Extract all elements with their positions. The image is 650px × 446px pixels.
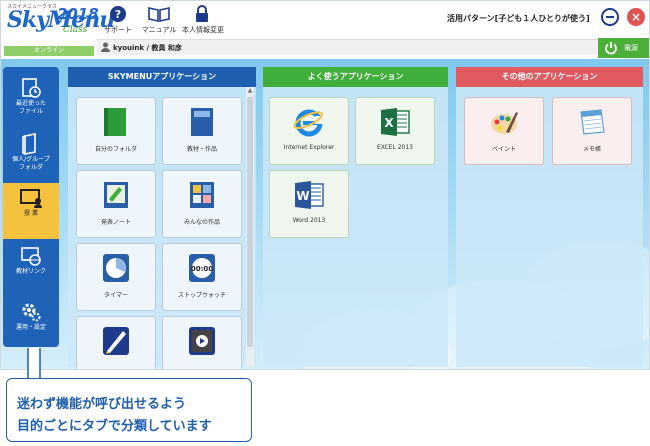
minimize-button[interactable] — [601, 8, 619, 26]
everyones-work-icon — [190, 182, 214, 208]
power-label: 電源 — [624, 44, 638, 52]
word-icon: W — [295, 181, 324, 209]
help-icon: ? — [110, 6, 126, 22]
svg-text:?: ? — [115, 8, 121, 21]
support-label: サポート — [104, 26, 132, 34]
user-name: kyouink / 教員 和彦 — [113, 44, 182, 52]
skymenu-apps-title: SKYMENUアプリケーション — [68, 67, 256, 87]
manual-button[interactable]: マニュアル — [139, 5, 179, 41]
book-icon — [148, 7, 170, 22]
presentation-note-icon — [104, 182, 128, 208]
green-folder-icon — [104, 108, 126, 136]
material-link-icon — [21, 247, 41, 266]
scrollbar[interactable]: ▲ — [246, 87, 254, 367]
video-icon — [189, 327, 215, 355]
power-icon — [605, 42, 617, 55]
app-label: メモ帳 — [582, 146, 601, 153]
app-internet-explorer[interactable]: Internet Explorer — [269, 97, 349, 165]
favorite-apps-panel: よく使うアプリケーション Internet Explorer X EXCEL 2… — [263, 67, 448, 367]
svg-text:X: X — [384, 116, 394, 130]
scroll-up-icon[interactable]: ▲ — [246, 87, 254, 95]
online-status: オンライン — [4, 46, 94, 56]
close-button[interactable]: × — [627, 8, 645, 26]
main-area: 最近使った ファイル 個人/グループ フォルダ 授 業 教材リンク 運用・設定 … — [1, 59, 649, 369]
user-icon — [101, 42, 110, 52]
app-drawing[interactable] — [76, 316, 156, 369]
drawing-icon — [103, 327, 129, 355]
app-label: EXCEL 2013 — [377, 144, 413, 151]
lesson-icon — [20, 189, 42, 208]
app-label: 発表ノート — [100, 219, 131, 226]
explanation-callout: 迷わず機能が呼び出せるよう 目的ごとにタブで分類しています — [6, 378, 252, 442]
app-label: ストップウォッチ — [177, 292, 226, 299]
user-bar: kyouink / 教員 和彦 — [97, 39, 649, 55]
app-timer[interactable]: タイマー — [76, 243, 156, 311]
app-label: 教材・作品 — [186, 146, 217, 153]
callout-line-1: 迷わず機能が呼び出せるよう — [17, 397, 187, 412]
settings-icon — [22, 303, 41, 322]
app-label: ペイント — [491, 146, 516, 153]
logo-year: 2018 — [57, 5, 99, 23]
header: スカイメニュークラス SkyMenu 2018 Class オンライン ? サポ… — [1, 1, 649, 59]
app-paint[interactable]: ペイント — [464, 97, 544, 165]
timer-icon — [103, 254, 129, 282]
stopwatch-icon: 00:00 — [189, 254, 215, 282]
logo-class: Class — [63, 25, 88, 35]
tab-settings-label: 運用・設定 — [15, 324, 46, 331]
other-apps-panel: その他のアプリケーション ペイント メモ帳 — [456, 67, 643, 367]
stopwatch-display: 00:00 — [191, 265, 213, 273]
callout-line-2: 目的ごとにタブで分類しています — [17, 419, 212, 434]
scrollbar-thumb[interactable] — [247, 97, 253, 347]
app-video[interactable] — [162, 316, 242, 369]
profile-change-label: 本人情報変更 — [182, 26, 224, 34]
other-apps-title: その他のアプリケーション — [456, 67, 643, 87]
lock-icon — [196, 5, 208, 22]
tab-material-links[interactable]: 教材リンク — [3, 239, 59, 295]
recent-files-icon — [22, 78, 41, 98]
callout-pointer — [27, 348, 41, 380]
manual-label: マニュアル — [141, 26, 177, 34]
app-label: タイマー — [103, 292, 128, 299]
profile-change-button[interactable]: 本人情報変更 — [182, 5, 224, 41]
app-stopwatch[interactable]: 00:00 ストップウォッチ — [162, 243, 242, 311]
tab-material-links-label: 教材リンク — [15, 268, 46, 275]
usage-pattern-label[interactable]: 活用パターン[子ども１人ひとりが使う] — [447, 13, 590, 24]
app-presentation-note[interactable]: 発表ノート — [76, 170, 156, 238]
app-my-folder[interactable]: 自分のフォルダ — [76, 97, 156, 165]
tab-settings[interactable]: 運用・設定 — [3, 295, 59, 351]
support-button[interactable]: ? サポート — [98, 5, 138, 41]
tab-lesson[interactable]: 授 業 — [3, 183, 59, 239]
app-excel[interactable]: X EXCEL 2013 — [355, 97, 435, 165]
blue-binder-icon — [191, 108, 213, 136]
app-word[interactable]: W Word 2013 — [269, 170, 349, 238]
folder-icon — [22, 133, 36, 155]
app-label: 自分のフォルダ — [94, 146, 137, 153]
skymenu-apps-panel: SKYMENUアプリケーション 自分のフォルダ 教材・作品 発表ノート みんなの… — [68, 67, 256, 369]
tab-folders[interactable]: 個人/グループ フォルダ — [3, 127, 59, 183]
skymenu-logo: スカイメニュークラス SkyMenu 2018 Class — [5, 3, 115, 47]
power-button[interactable]: 電源 — [598, 38, 649, 58]
internet-explorer-icon — [293, 109, 323, 137]
tab-recent-files[interactable]: 最近使った ファイル — [3, 71, 59, 127]
sidebar: 最近使った ファイル 個人/グループ フォルダ 授 業 教材リンク 運用・設定 — [3, 67, 59, 347]
app-label: Internet Explorer — [283, 144, 335, 151]
notepad-icon — [580, 109, 605, 135]
tab-folders-label: 個人/グループ フォルダ — [12, 156, 50, 171]
app-label: みんなの作品 — [183, 219, 220, 226]
skymenu-window: スカイメニュークラス SkyMenu 2018 Class オンライン ? サポ… — [0, 0, 650, 370]
app-label: Word 2013 — [292, 217, 326, 224]
svg-text:W: W — [296, 189, 309, 203]
paint-icon — [491, 112, 518, 134]
app-notepad[interactable]: メモ帳 — [552, 97, 632, 165]
excel-icon: X — [381, 108, 410, 136]
app-materials[interactable]: 教材・作品 — [162, 97, 242, 165]
tab-lesson-label: 授 業 — [24, 210, 38, 217]
favorite-apps-title: よく使うアプリケーション — [263, 67, 448, 87]
tab-recent-files-label: 最近使った ファイル — [15, 100, 46, 115]
app-everyones-work[interactable]: みんなの作品 — [162, 170, 242, 238]
